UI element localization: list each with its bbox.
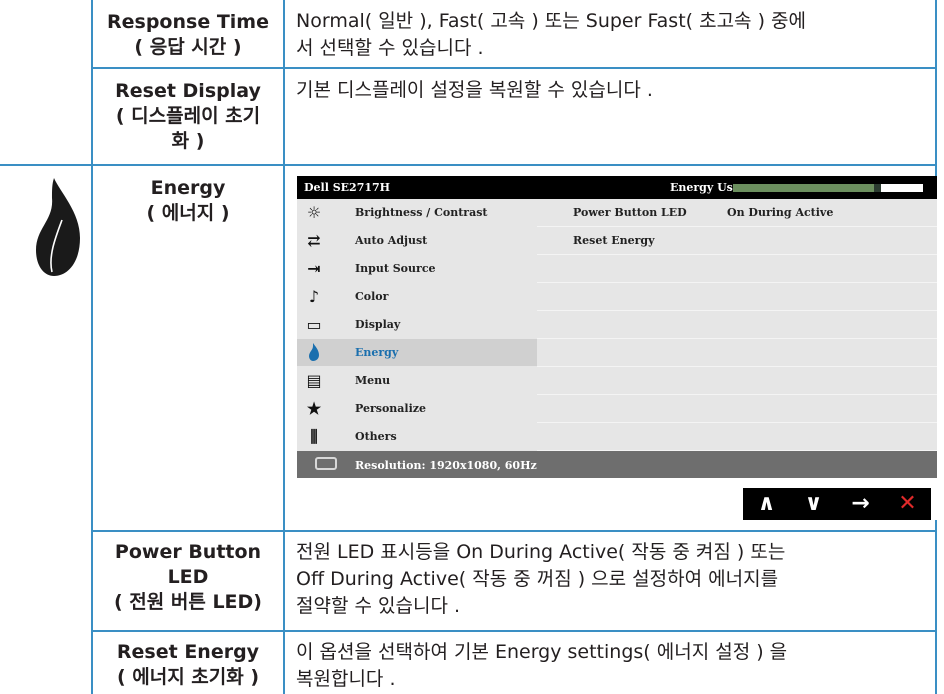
osd-menu-item[interactable]: ⇥ Input Source (297, 255, 537, 282)
desc-line: 기본 디스플레이 설정을 복원할 수 있습니다 . (296, 79, 653, 101)
osd-status-bar: Resolution: 1920x1080, 60Hz (297, 451, 937, 478)
osd-menu-label: Auto Adjust (355, 234, 428, 247)
osd-model-name: Dell SE2717H (304, 181, 391, 194)
osd-menu-item[interactable]: ⇄ Auto Adjust (297, 227, 537, 254)
setting-name-line: ( 응답 시간 ) (134, 36, 242, 58)
setting-name-line: Power Button (114, 541, 262, 563)
setting-name-line: LED (167, 566, 209, 588)
desc-line: 서 선택할 수 있습니다 . (296, 37, 484, 59)
osd-empty-row (537, 255, 937, 283)
display-icon: ▭ (306, 315, 322, 334)
osd-menu-label: Energy (355, 346, 399, 359)
osd-empty-row (537, 423, 937, 451)
up-arrow-button[interactable]: ∧ (743, 488, 790, 520)
desc-line: Off During Active( 작동 중 꺼짐 ) 으로 설정하여 에너지… (296, 568, 779, 590)
osd-setting-row[interactable]: Reset Energy (537, 227, 937, 255)
setting-name-line: ( 디스플레이 초기 (115, 105, 261, 127)
energy-use-meter (733, 184, 923, 192)
osd-menu-label: Display (355, 318, 401, 331)
osd-menu-item[interactable]: Energy (297, 339, 537, 366)
osd-settings-panel: Power Button LED On During Active Reset En… (537, 199, 937, 451)
osd-title-bar: Dell SE2717H Energy Use (297, 176, 937, 199)
energy-leaf-icon (36, 178, 80, 276)
setting-name-line: 화 ) (171, 130, 205, 152)
desc-line: 전원 LED 표시등을 On During Active( 작동 중 켜짐 ) … (296, 541, 786, 563)
osd-menu-label: Brightness / Contrast (355, 206, 488, 219)
osd-menu-label: Menu (355, 374, 391, 387)
close-button[interactable]: ✕ (884, 488, 931, 520)
osd-setting-row[interactable]: Power Button LED On During Active (537, 199, 937, 227)
row-divider (0, 164, 937, 166)
osd-menu-label: Color (355, 290, 389, 303)
down-arrow-button[interactable]: ∨ (790, 488, 837, 520)
osd-menu-label: Input Source (355, 262, 436, 275)
setting-name-line: Reset Display (115, 80, 261, 102)
osd-empty-row (537, 367, 937, 395)
osd-empty-row (537, 339, 937, 367)
setting-name-reset-energy: Reset Energy ( 에너지 초기화 ) (93, 640, 283, 690)
osd-menu-item[interactable]: ♪ Color (297, 283, 537, 310)
star-icon: ★ (306, 399, 322, 418)
osd-menu-item[interactable]: ▭ Display (297, 311, 537, 338)
setting-name-response-time: Response Time ( 응답 시간 ) (93, 10, 283, 60)
desc-line: Normal( 일반 ), Fast( 고속 ) 또는 Super Fast( … (296, 10, 806, 32)
osd-empty-row (537, 283, 937, 311)
osd-menu-item[interactable]: ☼ Brightness / Contrast (297, 199, 537, 226)
setting-desc-response-time: Normal( 일반 ), Fast( 고속 ) 또는 Super Fast( … (296, 8, 932, 62)
energy-use-label: Energy Use (670, 181, 740, 194)
energy-use-fill (733, 184, 874, 192)
osd-setting-value: On During Active (727, 206, 834, 219)
menu-icon: ▤ (306, 371, 322, 390)
osd-setting-label: Power Button LED (573, 206, 687, 219)
osd-menu-label: Personalize (355, 402, 427, 415)
osd-menu-item[interactable]: ★ Personalize (297, 395, 537, 422)
setting-desc-reset-energy: 이 옵션을 선택하여 기본 Energy settings( 에너지 설정 ) … (296, 639, 932, 693)
osd-empty-row (537, 395, 937, 423)
others-icon: ⫼ (310, 427, 318, 446)
osd-empty-row (537, 311, 937, 339)
table-border-mid (283, 0, 285, 694)
desc-line: 절약할 수 있습니다 . (296, 595, 460, 617)
setting-desc-reset-display: 기본 디스플레이 설정을 복원할 수 있습니다 . (296, 77, 932, 104)
osd-menu-label: Others (355, 430, 397, 443)
input-source-icon: ⇥ (307, 259, 321, 278)
row-divider (91, 67, 937, 69)
energy-use-remainder (881, 184, 923, 192)
resolution-text: Resolution: 1920x1080, 60Hz (355, 459, 537, 472)
setting-name-line: ( 전원 버튼 LED) (114, 591, 262, 613)
monitor-input-icon (315, 457, 337, 470)
energy-leaf-icon (302, 342, 326, 363)
setting-name-line: ( 에너지 ) (146, 202, 230, 224)
color-icon: ♪ (308, 287, 320, 306)
brightness-icon: ☼ (306, 203, 322, 222)
setting-name-energy: Energy ( 에너지 ) (93, 176, 283, 226)
row-divider (91, 630, 937, 632)
osd-menu-item[interactable]: ⫼ Others (297, 423, 537, 450)
setting-name-power-button-led: Power Button LED ( 전원 버튼 LED) (93, 540, 283, 615)
setting-name-line: Energy (150, 177, 226, 199)
setting-name-line: ( 에너지 초기화 ) (116, 666, 260, 688)
desc-line: 복원합니다 . (296, 668, 396, 690)
row-divider (91, 530, 937, 532)
right-arrow-button[interactable]: → (837, 488, 884, 520)
setting-name-reset-display: Reset Display ( 디스플레이 초기 화 ) (93, 79, 283, 154)
osd-energy-menu: Dell SE2717H Energy Use ☼ Brightness / Co… (297, 176, 937, 520)
osd-menu-list: ☼ Brightness / Contrast ⇄ Auto Adjust ⇥ Input… (297, 199, 537, 451)
setting-name-line: Response Time (107, 11, 269, 33)
osd-menu-item[interactable]: ▤ Menu (297, 367, 537, 394)
osd-setting-label: Reset Energy (573, 234, 655, 247)
osd-nav-buttons: ∧ ∨ → ✕ (743, 488, 931, 520)
setting-name-line: Reset Energy (116, 641, 260, 663)
desc-line: 이 옵션을 선택하여 기본 Energy settings( 에너지 설정 ) … (296, 641, 788, 663)
setting-desc-power-button-led: 전원 LED 표시등을 On During Active( 작동 중 켜짐 ) … (296, 539, 932, 620)
auto-adjust-icon: ⇄ (307, 231, 321, 250)
